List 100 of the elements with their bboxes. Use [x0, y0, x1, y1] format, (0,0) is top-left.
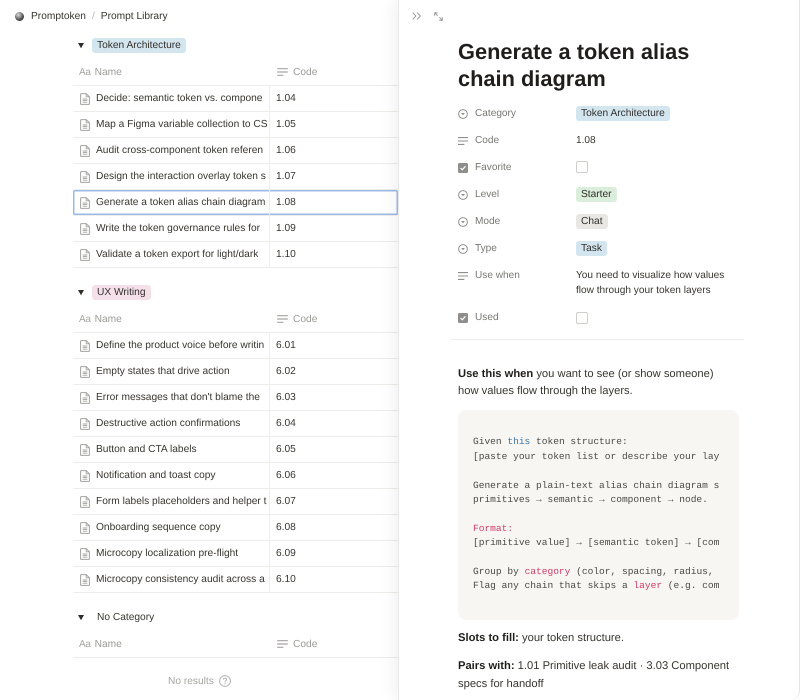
select-tag: Starter [576, 186, 617, 202]
group-tag: Token Architecture [92, 38, 186, 53]
caret-down-icon[interactable] [78, 42, 84, 48]
code-line: Group by category (color, spacing, radius, [473, 564, 715, 579]
table-row[interactable]: Design the interaction overlay token s 1.07 [73, 164, 398, 190]
table-row[interactable]: Decide: semantic token vs. compone 1.04 [73, 86, 398, 112]
table-row[interactable]: Error messages that don't blame the 6.03 [73, 385, 398, 411]
table-row[interactable]: Generate a token alias chain diagram 1.08 [73, 190, 398, 216]
property-label: Type [475, 242, 497, 256]
name-cell: Error messages that don't blame the [96, 392, 260, 403]
select-tag: Token Architecture [576, 106, 670, 121]
table-row[interactable]: Form labels placeholders and helper t 6.07 [73, 489, 398, 515]
code-cell: 6.06 [276, 470, 296, 481]
code-cell: 1.09 [276, 223, 296, 234]
code-cell: 6.07 [276, 496, 296, 507]
caret-down-icon[interactable] [78, 614, 84, 620]
page-icon [80, 418, 90, 430]
name-cell: Microcopy localization pre-flight [96, 548, 238, 559]
code-cell: 6.03 [276, 392, 296, 403]
name-cell: Notification and toast copy [96, 470, 216, 481]
name-cell: Microcopy consistency audit across a [96, 574, 265, 585]
code-cell: 1.06 [276, 145, 296, 156]
page-icon [80, 522, 90, 534]
page-icon [80, 196, 90, 208]
code-line: Given this token structure: [473, 435, 629, 450]
name-cell: Define the product voice before writin [96, 340, 264, 351]
table-row[interactable]: Audit cross-component token referen 1.06 [73, 138, 398, 164]
group-tag: UX Writing [92, 285, 150, 300]
title-type-icon: Aa [79, 66, 91, 78]
name-cell: Empty states that drive action [96, 366, 230, 377]
page-icon [80, 222, 90, 234]
group-label: No Category [96, 611, 154, 625]
code-cell: 6.09 [276, 548, 296, 559]
property-label: Used [475, 311, 499, 326]
page-icon [80, 92, 90, 104]
text-lines-icon [458, 270, 468, 280]
table-row[interactable]: Button and CTA labels 6.05 [73, 437, 398, 463]
code-cell: 1.05 [276, 119, 296, 130]
code-cell: 1.08 [276, 197, 296, 208]
circle-caret-icon [458, 216, 468, 226]
code-cell: 6.05 [276, 444, 296, 455]
page-icon [80, 444, 90, 456]
property-label: Category [475, 106, 516, 121]
code-line: Generate a plain-text alias chain diagram s [473, 478, 720, 493]
code-line: primitives → semantic → component → node. [473, 492, 709, 507]
property-label: Level [475, 188, 500, 202]
table-row[interactable]: Microcopy consistency audit across a 6.10 [73, 567, 398, 593]
name-cell: Design the interaction overlay token s [96, 171, 266, 182]
code-line: Flag any chain that skips a layer (e.g. com [473, 579, 720, 594]
table-row[interactable]: Define the product voice before writin 6.01 [73, 333, 398, 359]
checkbox-icon [458, 162, 468, 172]
code-cell: 6.10 [276, 574, 296, 585]
table-row[interactable]: Onboarding sequence copy 6.08 [73, 515, 398, 541]
page-icon [80, 118, 90, 130]
property-label: Code [475, 134, 500, 148]
code-cell: 6.04 [276, 418, 296, 429]
property-label: Favorite [475, 160, 512, 175]
table-row[interactable]: Validate a token export for light/dark 1.10 [73, 242, 398, 268]
note-paragraph: Slots to fill: your token structure. [458, 630, 625, 646]
checkbox[interactable] [576, 312, 588, 324]
table-row[interactable]: Empty states that drive action 6.02 [73, 359, 398, 385]
name-cell: Map a Figma variable collection to CS [96, 119, 268, 130]
checkbox[interactable] [576, 161, 588, 174]
property-value: You need to visualize how values flow through your token layers [576, 268, 726, 298]
title-type-icon: Aa [79, 314, 91, 324]
circle-caret-icon [458, 108, 468, 118]
text-lines-icon [277, 315, 288, 323]
name-cell: Decide: semantic token vs. compone [96, 93, 262, 104]
name-cell: Form labels placeholders and helper t [96, 496, 266, 507]
table-row[interactable]: Notification and toast copy 6.06 [73, 463, 398, 489]
page-icon [80, 470, 90, 482]
page-icon [80, 340, 90, 352]
breadcrumb-link[interactable]: Prompt Library [100, 10, 168, 22]
circle-caret-icon [458, 244, 468, 254]
help-icon[interactable] [218, 675, 231, 687]
page-title: Generate a token alias chain diagram [458, 38, 690, 92]
table-row[interactable]: Destructive action confirmations 6.04 [73, 411, 398, 437]
page-icon [80, 392, 90, 404]
double-chevron-icon[interactable] [412, 12, 422, 20]
empty-message: No results [168, 676, 214, 686]
breadcrumb-link[interactable]: Promptoken [31, 10, 86, 22]
code-line: [paste your token list or describe your lay [473, 450, 720, 464]
table-row[interactable]: Write the token governance rules for 1.09 [73, 216, 398, 242]
note-paragraph: Pairs with: 1.01 Primitive leak audit · 3.03 Component specs for handoff [458, 659, 730, 692]
text-lines-icon [277, 68, 288, 76]
code-cell: 1.04 [276, 93, 296, 104]
code-cell: 6.02 [276, 366, 296, 377]
page-icon [80, 496, 90, 508]
page-icon [80, 548, 90, 560]
code-cell: 1.07 [276, 171, 296, 182]
text-lines-icon [458, 136, 468, 146]
expand-icon[interactable] [434, 12, 443, 20]
table-row[interactable]: Microcopy localization pre-flight 6.09 [73, 541, 398, 567]
circle-caret-icon [458, 190, 468, 200]
table-row[interactable]: Map a Figma variable collection to CS 1.05 [73, 112, 398, 138]
caret-down-icon[interactable] [78, 290, 84, 296]
page-icon [80, 574, 90, 586]
code-line: [primitive value] → [semantic token] → [com [473, 536, 720, 550]
code-line: Format: [473, 522, 514, 536]
breadcrumb-separator: / [92, 10, 95, 22]
